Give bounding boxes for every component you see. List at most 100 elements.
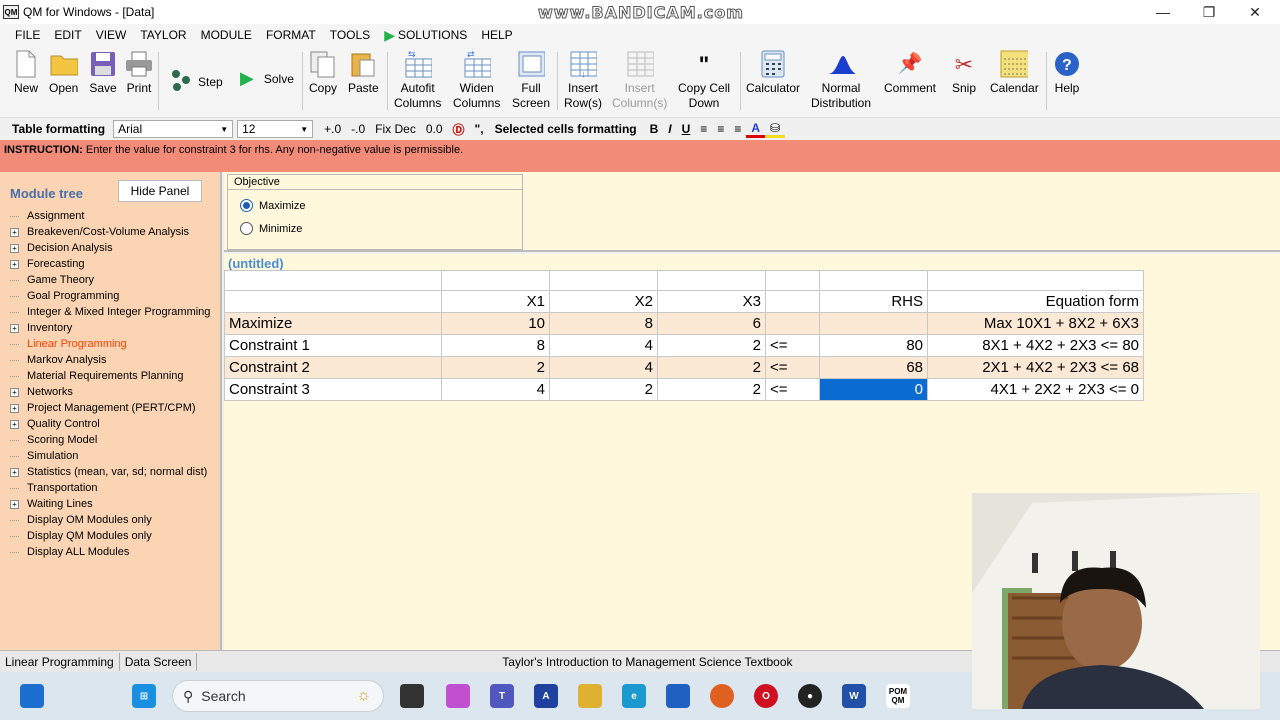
save-button[interactable]: Save (89, 50, 117, 96)
paste-button[interactable]: Paste (348, 50, 379, 96)
align-left-icon[interactable]: ≡ (695, 122, 712, 136)
zero-format-icon[interactable]: Ⓓ (448, 121, 470, 138)
tree-item[interactable]: + Networks (10, 384, 210, 400)
rhs-cell[interactable] (819, 312, 928, 335)
app-icon-blue[interactable]: A (534, 684, 558, 708)
menu-solutions[interactable]: ▶ SOLUTIONS (377, 24, 474, 46)
coef-cell[interactable]: 8 (441, 334, 550, 357)
maximize-radio[interactable]: Maximize (240, 199, 305, 212)
decrease-decimal-icon[interactable]: -.0 (346, 122, 370, 136)
sign-cell[interactable]: <= (765, 378, 820, 401)
tree-item[interactable]: + Statistics (mean, var, sd; normal dist) (10, 464, 210, 480)
font-select[interactable]: Arial ▼ (113, 120, 234, 138)
menu-edit[interactable]: EDIT (47, 24, 88, 46)
normal-distribution-button[interactable]: Normal Distribution (811, 50, 871, 111)
tree-item[interactable]: Display QM Modules only (10, 528, 210, 544)
tree-item[interactable]: Goal Programming (10, 288, 210, 304)
coef-cell[interactable]: 6 (657, 312, 766, 335)
widgets-icon[interactable] (20, 684, 44, 708)
row-label[interactable]: Constraint 3 (224, 378, 442, 401)
align-right-icon[interactable]: ≡ (729, 122, 746, 136)
sign-cell[interactable]: <= (765, 334, 820, 357)
size-select[interactable]: 12 ▼ (237, 120, 314, 138)
store-icon[interactable] (666, 684, 690, 708)
expand-icon[interactable]: + (10, 467, 19, 477)
copy-button[interactable]: Copy (309, 50, 337, 96)
firefox-icon[interactable] (710, 684, 734, 708)
insert-columns-button[interactable]: Insert Column(s) (612, 50, 667, 111)
tree-item[interactable]: Simulation (10, 448, 210, 464)
tree-item[interactable]: + Inventory (10, 320, 210, 336)
pom-qm-icon[interactable]: POM QM (886, 684, 910, 708)
tree-item[interactable]: Integer & Mixed Integer Programming (10, 304, 210, 320)
coef-cell[interactable]: 4 (441, 378, 550, 401)
row-label[interactable]: Maximize (224, 312, 442, 335)
open-button[interactable]: Open (49, 50, 78, 96)
expand-icon[interactable]: + (10, 227, 19, 237)
tree-item[interactable]: Game Theory (10, 272, 210, 288)
calculator-button[interactable]: Calculator (746, 50, 800, 96)
fill-color-icon[interactable]: ⛁ (765, 121, 786, 138)
search-box[interactable]: ⚲ Search ☼ (172, 680, 384, 712)
tree-item[interactable]: Display ALL Modules (10, 544, 210, 560)
tree-item[interactable]: + Waiting Lines (10, 496, 210, 512)
menu-tools[interactable]: TOOLS (323, 24, 377, 46)
increase-decimal-icon[interactable]: +.0 (319, 122, 346, 136)
row-label[interactable]: Constraint 1 (224, 334, 442, 357)
print-button[interactable]: Print (125, 50, 153, 96)
file-explorer-icon[interactable] (578, 684, 602, 708)
expand-icon[interactable]: + (10, 387, 19, 397)
minimize-icon[interactable]: — (1140, 0, 1186, 24)
minimize-radio[interactable]: Minimize (240, 222, 302, 235)
hide-panel-button[interactable]: Hide Panel (118, 180, 202, 202)
rhs-cell[interactable]: 80 (819, 334, 928, 357)
help-button[interactable]: ? Help (1053, 50, 1081, 96)
word-icon[interactable]: W (842, 684, 866, 708)
comment-button[interactable]: 📌 Comment (884, 50, 936, 96)
calendar-button[interactable]: Calendar (990, 50, 1039, 96)
comma-format-icon[interactable]: ", (470, 122, 489, 136)
tree-item[interactable]: Display OM Modules only (10, 512, 210, 528)
tree-item[interactable]: Material Requirements Planning (10, 368, 210, 384)
windows-start-icon[interactable]: ⊞ (132, 684, 156, 708)
autofit-columns-button[interactable]: ⇆ Autofit Columns (394, 49, 441, 111)
coef-cell[interactable]: 2 (441, 356, 550, 379)
coef-cell[interactable]: 8 (549, 312, 658, 335)
align-center-icon[interactable]: ≡ (712, 122, 729, 136)
tree-item[interactable]: Linear Programming (10, 336, 210, 352)
tree-item[interactable]: Scoring Model (10, 432, 210, 448)
tree-item[interactable]: + Decision Analysis (10, 240, 210, 256)
insert-rows-button[interactable]: ↓ Insert Row(s) (564, 50, 602, 111)
record-icon[interactable]: ● (798, 684, 822, 708)
menu-view[interactable]: VIEW (89, 24, 134, 46)
copy-cell-down-button[interactable]: " Copy Cell Down (678, 50, 730, 111)
widen-columns-button[interactable]: ⇄ Widen Columns (453, 49, 500, 111)
font-color-icon[interactable]: A (746, 121, 766, 138)
menu-module[interactable]: MODULE (194, 24, 259, 46)
coef-cell[interactable]: 2 (657, 378, 766, 401)
tree-item[interactable]: + Breakeven/Cost-Volume Analysis (10, 224, 210, 240)
restore-icon[interactable]: ❐ (1186, 0, 1232, 24)
dec-value[interactable]: 0.0 (421, 122, 448, 136)
opera-icon[interactable]: O (754, 684, 778, 708)
step-button[interactable]: Step (170, 68, 223, 95)
coef-cell[interactable]: 4 (549, 356, 658, 379)
expand-icon[interactable]: + (10, 259, 19, 269)
sign-cell[interactable]: <= (765, 356, 820, 379)
rhs-cell[interactable]: 68 (819, 356, 928, 379)
rhs-cell-selected[interactable]: 0 (819, 378, 928, 401)
expand-icon[interactable]: + (10, 499, 19, 509)
coef-cell[interactable]: 2 (549, 378, 658, 401)
copilot-icon[interactable] (446, 684, 470, 708)
coef-cell[interactable]: 10 (441, 312, 550, 335)
expand-icon[interactable]: + (10, 419, 19, 429)
task-view-icon[interactable] (400, 684, 424, 708)
tree-item[interactable]: Assignment (10, 208, 210, 224)
edge-icon[interactable]: e (622, 684, 646, 708)
menu-taylor[interactable]: TAYLOR (133, 24, 193, 46)
solve-button[interactable]: ▶ Solve (240, 68, 294, 89)
expand-icon[interactable]: + (10, 323, 19, 333)
underline-icon[interactable]: U (677, 122, 696, 136)
tree-item[interactable]: + Forecasting (10, 256, 210, 272)
tree-item[interactable]: Transportation (10, 480, 210, 496)
